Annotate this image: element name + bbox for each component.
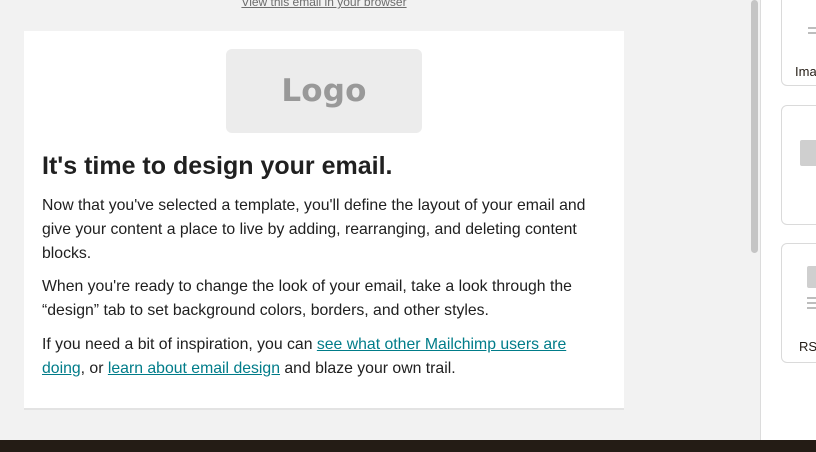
email-body[interactable]: Logo It's time to design your email. Now… — [24, 31, 624, 410]
bottom-bar — [0, 440, 816, 452]
content-blocks-panel: Ima RS — [760, 0, 816, 440]
block-tile-label: Ima — [795, 64, 816, 79]
view-in-browser-link[interactable]: View this email in your browser — [0, 0, 648, 9]
paragraph-text: , or — [80, 360, 108, 377]
block-tile-rss[interactable]: RS — [781, 243, 816, 363]
block-tile-image[interactable]: Ima — [781, 0, 816, 86]
body-paragraph-2[interactable]: When you're ready to change the look of … — [42, 275, 607, 323]
paragraph-text: and blaze your own trail. — [280, 360, 456, 377]
email-editor: View this email in your browser Logo It'… — [0, 0, 816, 452]
email-design-link[interactable]: learn about email design — [108, 360, 280, 377]
canvas-scrollbar-thumb[interactable] — [751, 0, 758, 253]
block-tile-button[interactable] — [781, 105, 816, 225]
paragraph-text: If you need a bit of inspiration, you ca… — [42, 336, 317, 353]
block-tile-label: RS — [799, 339, 816, 354]
body-paragraph-3[interactable]: If you need a bit of inspiration, you ca… — [42, 333, 607, 381]
button-block-icon — [800, 140, 816, 166]
body-paragraph-1[interactable]: Now that you've selected a template, you… — [42, 194, 607, 266]
email-headline[interactable]: It's time to design your email. — [42, 152, 602, 181]
email-canvas: View this email in your browser Logo It'… — [0, 0, 748, 440]
logo-text: Logo — [281, 73, 367, 109]
logo-placeholder[interactable]: Logo — [226, 49, 422, 133]
